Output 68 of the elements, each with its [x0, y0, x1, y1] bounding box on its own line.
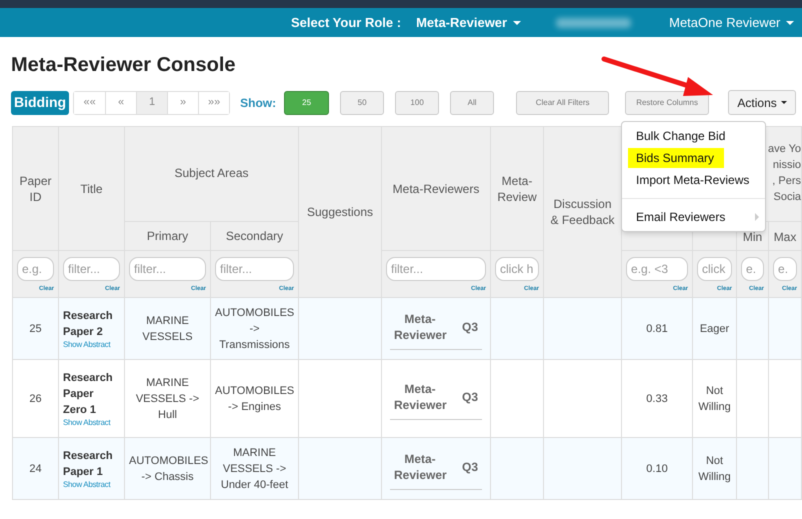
bidding-badge: Bidding	[11, 90, 70, 114]
submenu-caret-icon	[755, 213, 759, 221]
table-cell: MARINE VESSELS	[142, 314, 193, 342]
paper-title: Research Paper 2	[63, 308, 114, 340]
page-size-button[interactable]: All	[450, 90, 494, 114]
column-header: Max	[774, 230, 796, 244]
column-header: Suggestions	[306, 205, 374, 219]
actions-button[interactable]: Actions	[728, 90, 796, 115]
column-header: Primary	[146, 229, 188, 243]
restore-columns-button[interactable]: Restore Columns	[625, 90, 710, 114]
show-abstract-link[interactable]: Show Abstract	[63, 418, 120, 428]
column-header: Title	[80, 182, 103, 196]
paper-title: Research Paper 1	[63, 448, 114, 480]
menu-item[interactable]: Bulk Change Bid	[628, 126, 734, 146]
filter-field[interactable]: e.g. <3	[626, 257, 688, 281]
column-header: Min	[742, 230, 762, 244]
filter-field[interactable]: e.	[773, 257, 798, 281]
menu-item[interactable]: Email Reviewers	[628, 207, 734, 227]
page-title: Meta-Reviewer Console	[11, 53, 236, 78]
page-link[interactable]: »»	[198, 92, 230, 114]
meta-reviewer-name: Meta-Reviewer	[394, 311, 446, 343]
filter-field[interactable]: e.g.	[17, 257, 54, 281]
paper-title: Research Paper Zero 1	[63, 370, 114, 418]
column-header: Meta-Review	[497, 174, 537, 204]
table-cell: MARINE VESSELS -> Under 40-feet	[220, 446, 288, 490]
filter-field[interactable]: filter...	[215, 257, 294, 281]
show-label: Show:	[240, 94, 276, 112]
page-size-button[interactable]: 100	[395, 90, 440, 114]
filter-field[interactable]: filter...	[129, 257, 206, 281]
table-cell: MARINE VESSELS -> Hull	[136, 376, 200, 420]
table-cell: 26	[29, 392, 42, 404]
table-cell: 0.33	[646, 392, 668, 404]
column-header: Secondary	[226, 229, 284, 243]
column-header: Meta-Reviewers	[392, 182, 480, 196]
page-size-button[interactable]: 50	[340, 90, 384, 114]
page-link[interactable]: 1	[136, 92, 168, 114]
page-size-button[interactable]: 25	[284, 90, 330, 114]
caret-icon	[513, 20, 522, 24]
show-abstract-link[interactable]: Show Abstract	[63, 480, 120, 490]
filter-field[interactable]: e.	[741, 257, 764, 281]
quartile-label: Q3	[462, 389, 478, 405]
column-header: Subject Areas	[174, 166, 249, 180]
table-cell: 0.10	[646, 462, 668, 474]
meta-reviewer-name: Meta-Reviewer	[394, 381, 446, 413]
caret-icon	[786, 20, 794, 24]
table-cell: AUTOMOBILES -> Chassis	[129, 454, 208, 482]
filter-field[interactable]: click	[697, 257, 732, 281]
meta-reviewer-name: Meta-Reviewer	[394, 451, 446, 483]
filter-field[interactable]: filter...	[386, 257, 486, 281]
table-cell: 25	[29, 322, 42, 334]
quartile-label: Q3	[462, 459, 478, 475]
filter-field[interactable]: filter...	[63, 257, 120, 281]
table-cell: 0.81	[646, 322, 668, 334]
user-menu[interactable]: MetaOne Reviewer	[669, 12, 794, 32]
clear-filters-button[interactable]: Clear All Filters	[516, 90, 610, 114]
column-header: Discussion & Feedback	[550, 197, 615, 227]
menu-item[interactable]: Import Meta-Reviews	[628, 170, 758, 190]
filter-field[interactable]: click h	[495, 257, 540, 281]
quartile-label: Q3	[462, 319, 478, 335]
table-cell: 24	[29, 462, 42, 474]
role-dropdown[interactable]: Meta-Reviewer	[416, 12, 522, 32]
menu-item[interactable]: Bids Summary	[628, 148, 724, 168]
table-cell: AUTOMOBILES -> Engines	[215, 384, 294, 412]
caret-icon	[780, 101, 787, 104]
column-header: Paper ID	[19, 174, 52, 204]
show-abstract-link[interactable]: Show Abstract	[63, 340, 120, 350]
table-cell: AUTOMOBILES -> Transmissions	[215, 306, 294, 350]
role-label: Select Your Role :	[291, 14, 402, 32]
